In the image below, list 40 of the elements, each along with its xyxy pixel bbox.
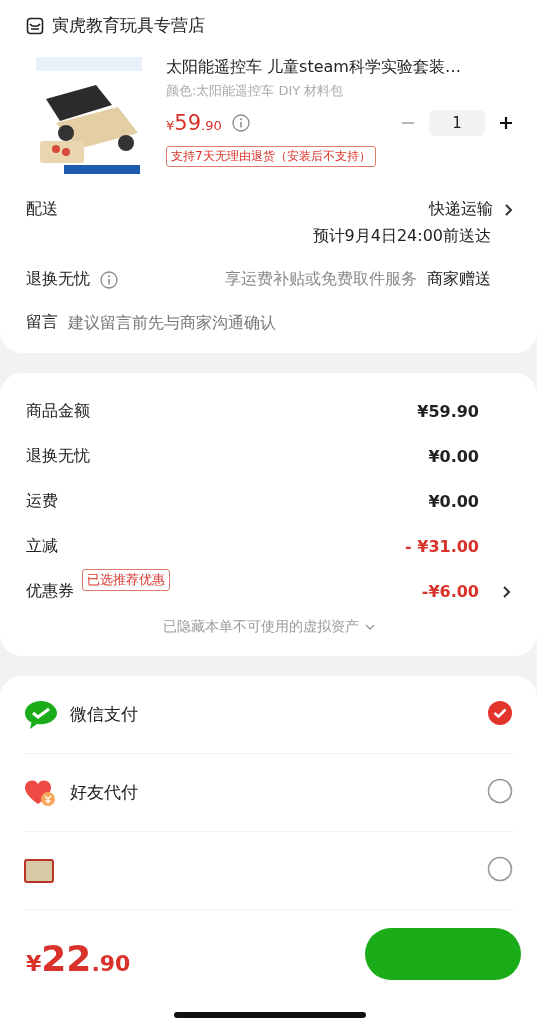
radio-button[interactable] bbox=[487, 777, 513, 804]
message-label: 留言 bbox=[26, 312, 58, 333]
store-icon bbox=[26, 16, 44, 35]
summary-label: 优惠券 bbox=[26, 581, 74, 602]
total-price: ¥22.90 bbox=[26, 938, 131, 979]
summary-amount: ¥59.90 bbox=[417, 402, 479, 421]
summary-label: 立减 bbox=[26, 536, 58, 557]
checked-radio[interactable] bbox=[487, 699, 513, 726]
delivery-label: 配送 bbox=[26, 199, 58, 220]
info-icon[interactable] bbox=[231, 114, 250, 132]
payment-method-name[interactable]: 微信支付 bbox=[70, 703, 138, 726]
store-name[interactable]: 寅虎教育玩具专营店 bbox=[52, 14, 205, 37]
product-title[interactable]: 太阳能遥控车 儿童steam科学实验套装… bbox=[166, 57, 513, 78]
plus-button[interactable] bbox=[499, 116, 513, 130]
delivery-method[interactable]: 快递运输 bbox=[429, 199, 493, 220]
returns-value: 商家赠送 bbox=[427, 269, 491, 290]
info-icon[interactable] bbox=[100, 270, 118, 289]
chevron-down-icon[interactable] bbox=[364, 624, 375, 630]
summary-label: 运费 bbox=[26, 491, 58, 512]
card-icon bbox=[24, 858, 54, 883]
quantity-field[interactable]: 1 bbox=[429, 110, 485, 136]
radio-button[interactable] bbox=[487, 855, 513, 882]
chevron-right-icon[interactable] bbox=[501, 584, 511, 599]
delivery-eta: 预计9月4日24:00前送达 bbox=[312, 226, 491, 247]
summary-amount: - ¥31.00 bbox=[405, 537, 479, 556]
chevron-right-icon[interactable] bbox=[503, 202, 513, 217]
product-price: ¥59.90 bbox=[166, 111, 222, 135]
pay-button[interactable] bbox=[365, 928, 521, 980]
returns-description: 享运费补贴或免费取件服务 bbox=[225, 269, 417, 290]
summary-amount: ¥0.00 bbox=[428, 447, 479, 466]
return-policy-tag: 支持7天无理由退货（安装后不支持） bbox=[166, 146, 376, 167]
summary-label: 商品金额 bbox=[26, 401, 90, 422]
summary-label: 退换无忧 bbox=[26, 446, 90, 467]
chat-bubble-icon bbox=[24, 699, 58, 730]
returns-label: 退换无忧 bbox=[26, 269, 90, 290]
payment-method-name[interactable]: 好友代付 bbox=[70, 781, 138, 804]
summary-amount: -¥6.00 bbox=[421, 582, 479, 601]
product-variant: 颜色:太阳能遥控车 DIY 材料包 bbox=[166, 82, 345, 100]
summary-amount: ¥0.00 bbox=[428, 492, 479, 511]
coupon-tag: 已选推荐优惠 bbox=[82, 569, 170, 591]
